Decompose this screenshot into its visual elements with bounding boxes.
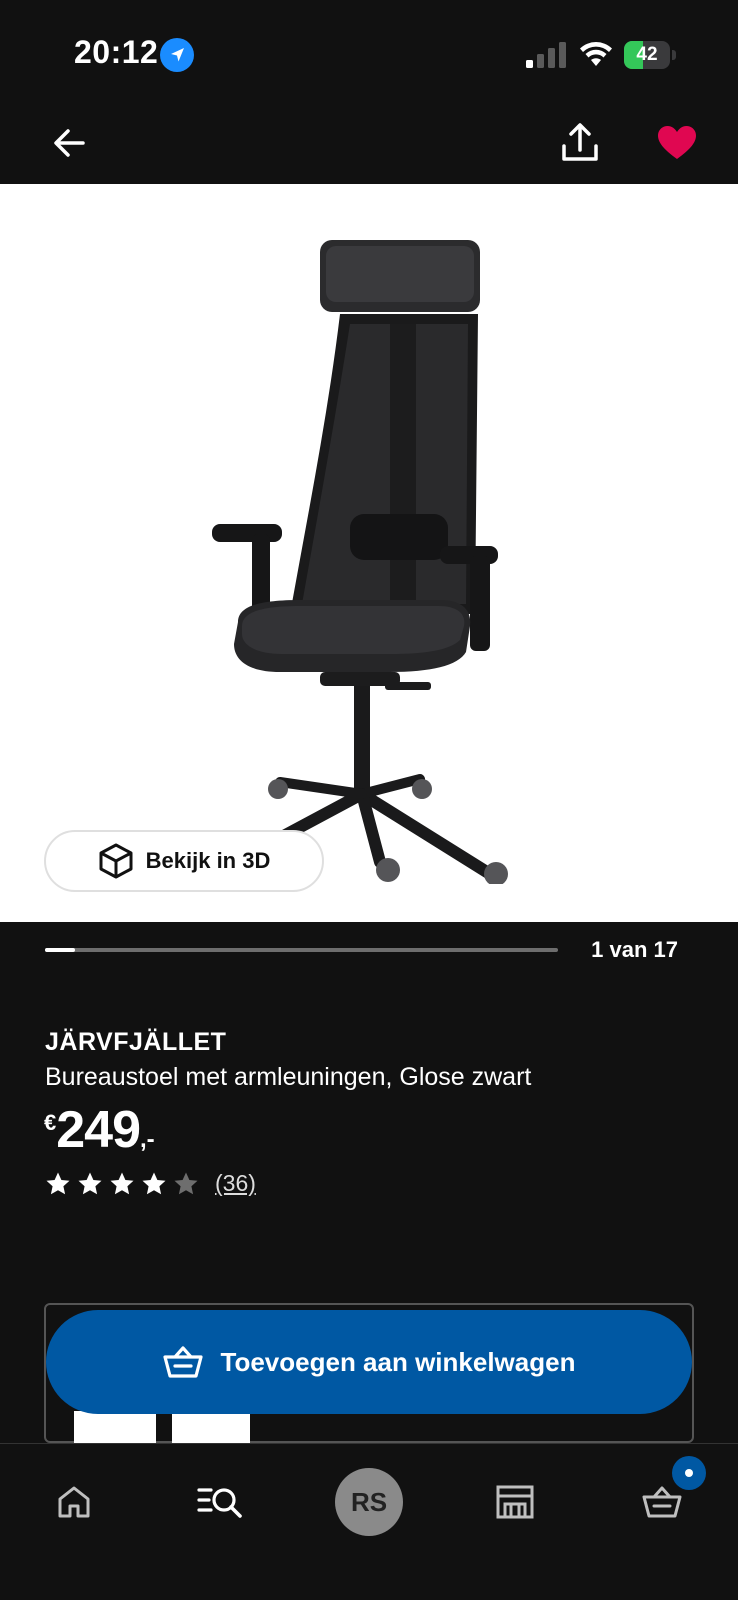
- bottom-tab-bar: RS: [0, 1443, 738, 1600]
- product-rating[interactable]: (36): [45, 1170, 256, 1197]
- share-button[interactable]: [555, 118, 605, 168]
- top-nav-bar: [0, 100, 738, 184]
- star-empty-icon: [174, 1172, 198, 1194]
- search-list-icon: [197, 1488, 242, 1518]
- price-currency: €: [44, 1110, 57, 1135]
- product-screen: 20:12 42 Bekijk in 3D 1 van 17 JÄRVFJÄLL…: [0, 0, 738, 1600]
- cellular-signal-icon: [526, 42, 566, 68]
- price-amount: 249: [56, 1101, 141, 1159]
- location-arrow-icon: [160, 38, 194, 72]
- star-filled-icon: [110, 1172, 134, 1194]
- favorite-button[interactable]: [652, 118, 702, 168]
- product-name: JÄRVFJÄLLET: [45, 1028, 227, 1056]
- price-suffix: ,-: [140, 1126, 155, 1153]
- view-3d-label: Bekijk in 3D: [145, 848, 271, 873]
- home-icon: [58, 1486, 90, 1518]
- avatar-initials: RS: [350, 1486, 388, 1517]
- basket-icon: [642, 1486, 682, 1518]
- gallery-progress-fill: [45, 948, 76, 952]
- rating-stars: [45, 1171, 199, 1197]
- gallery-progress-bar: [45, 948, 558, 952]
- product-image: [212, 240, 508, 884]
- cart-badge: [672, 1456, 706, 1490]
- review-count-link[interactable]: (36): [215, 1170, 256, 1197]
- heart-icon: [658, 126, 696, 159]
- store-icon: [496, 1485, 534, 1519]
- tab-cart[interactable]: [622, 1456, 706, 1542]
- tab-account[interactable]: RS: [329, 1462, 409, 1542]
- basket-icon: [162, 1346, 203, 1378]
- battery-charging-icon: 42: [624, 41, 676, 69]
- back-button[interactable]: [44, 118, 94, 168]
- product-price: € 249 ,-: [44, 1100, 155, 1160]
- gallery-counter: 1 van 17: [591, 937, 678, 962]
- battery-level: 42: [636, 44, 658, 65]
- star-filled-icon: [78, 1172, 102, 1194]
- star-filled-icon: [142, 1172, 166, 1194]
- variant-thumbnail-black[interactable]: [74, 1411, 156, 1449]
- avatar: RS: [335, 1468, 403, 1536]
- cube-icon: [99, 843, 133, 879]
- variant-thumbnail-white[interactable]: [172, 1413, 250, 1447]
- tab-store[interactable]: [475, 1462, 555, 1542]
- product-description: Bureaustoel met armleuningen, Glose zwar…: [45, 1063, 532, 1091]
- add-to-cart-label: Toevoegen aan winkelwagen: [220, 1346, 576, 1377]
- status-time: 20:12: [74, 34, 159, 70]
- add-to-cart-button[interactable]: Toevoegen aan winkelwagen: [46, 1310, 692, 1414]
- share-icon: [562, 123, 598, 161]
- arrow-left-icon: [54, 129, 85, 157]
- tab-home[interactable]: [34, 1462, 114, 1542]
- tab-search[interactable]: [180, 1462, 260, 1542]
- product-image-gallery[interactable]: Bekijk in 3D: [0, 184, 738, 922]
- status-bar: 20:12 42: [0, 0, 738, 100]
- star-filled-icon: [46, 1172, 70, 1194]
- wifi-icon: [580, 42, 612, 66]
- view-3d-button[interactable]: Bekijk in 3D: [44, 830, 324, 892]
